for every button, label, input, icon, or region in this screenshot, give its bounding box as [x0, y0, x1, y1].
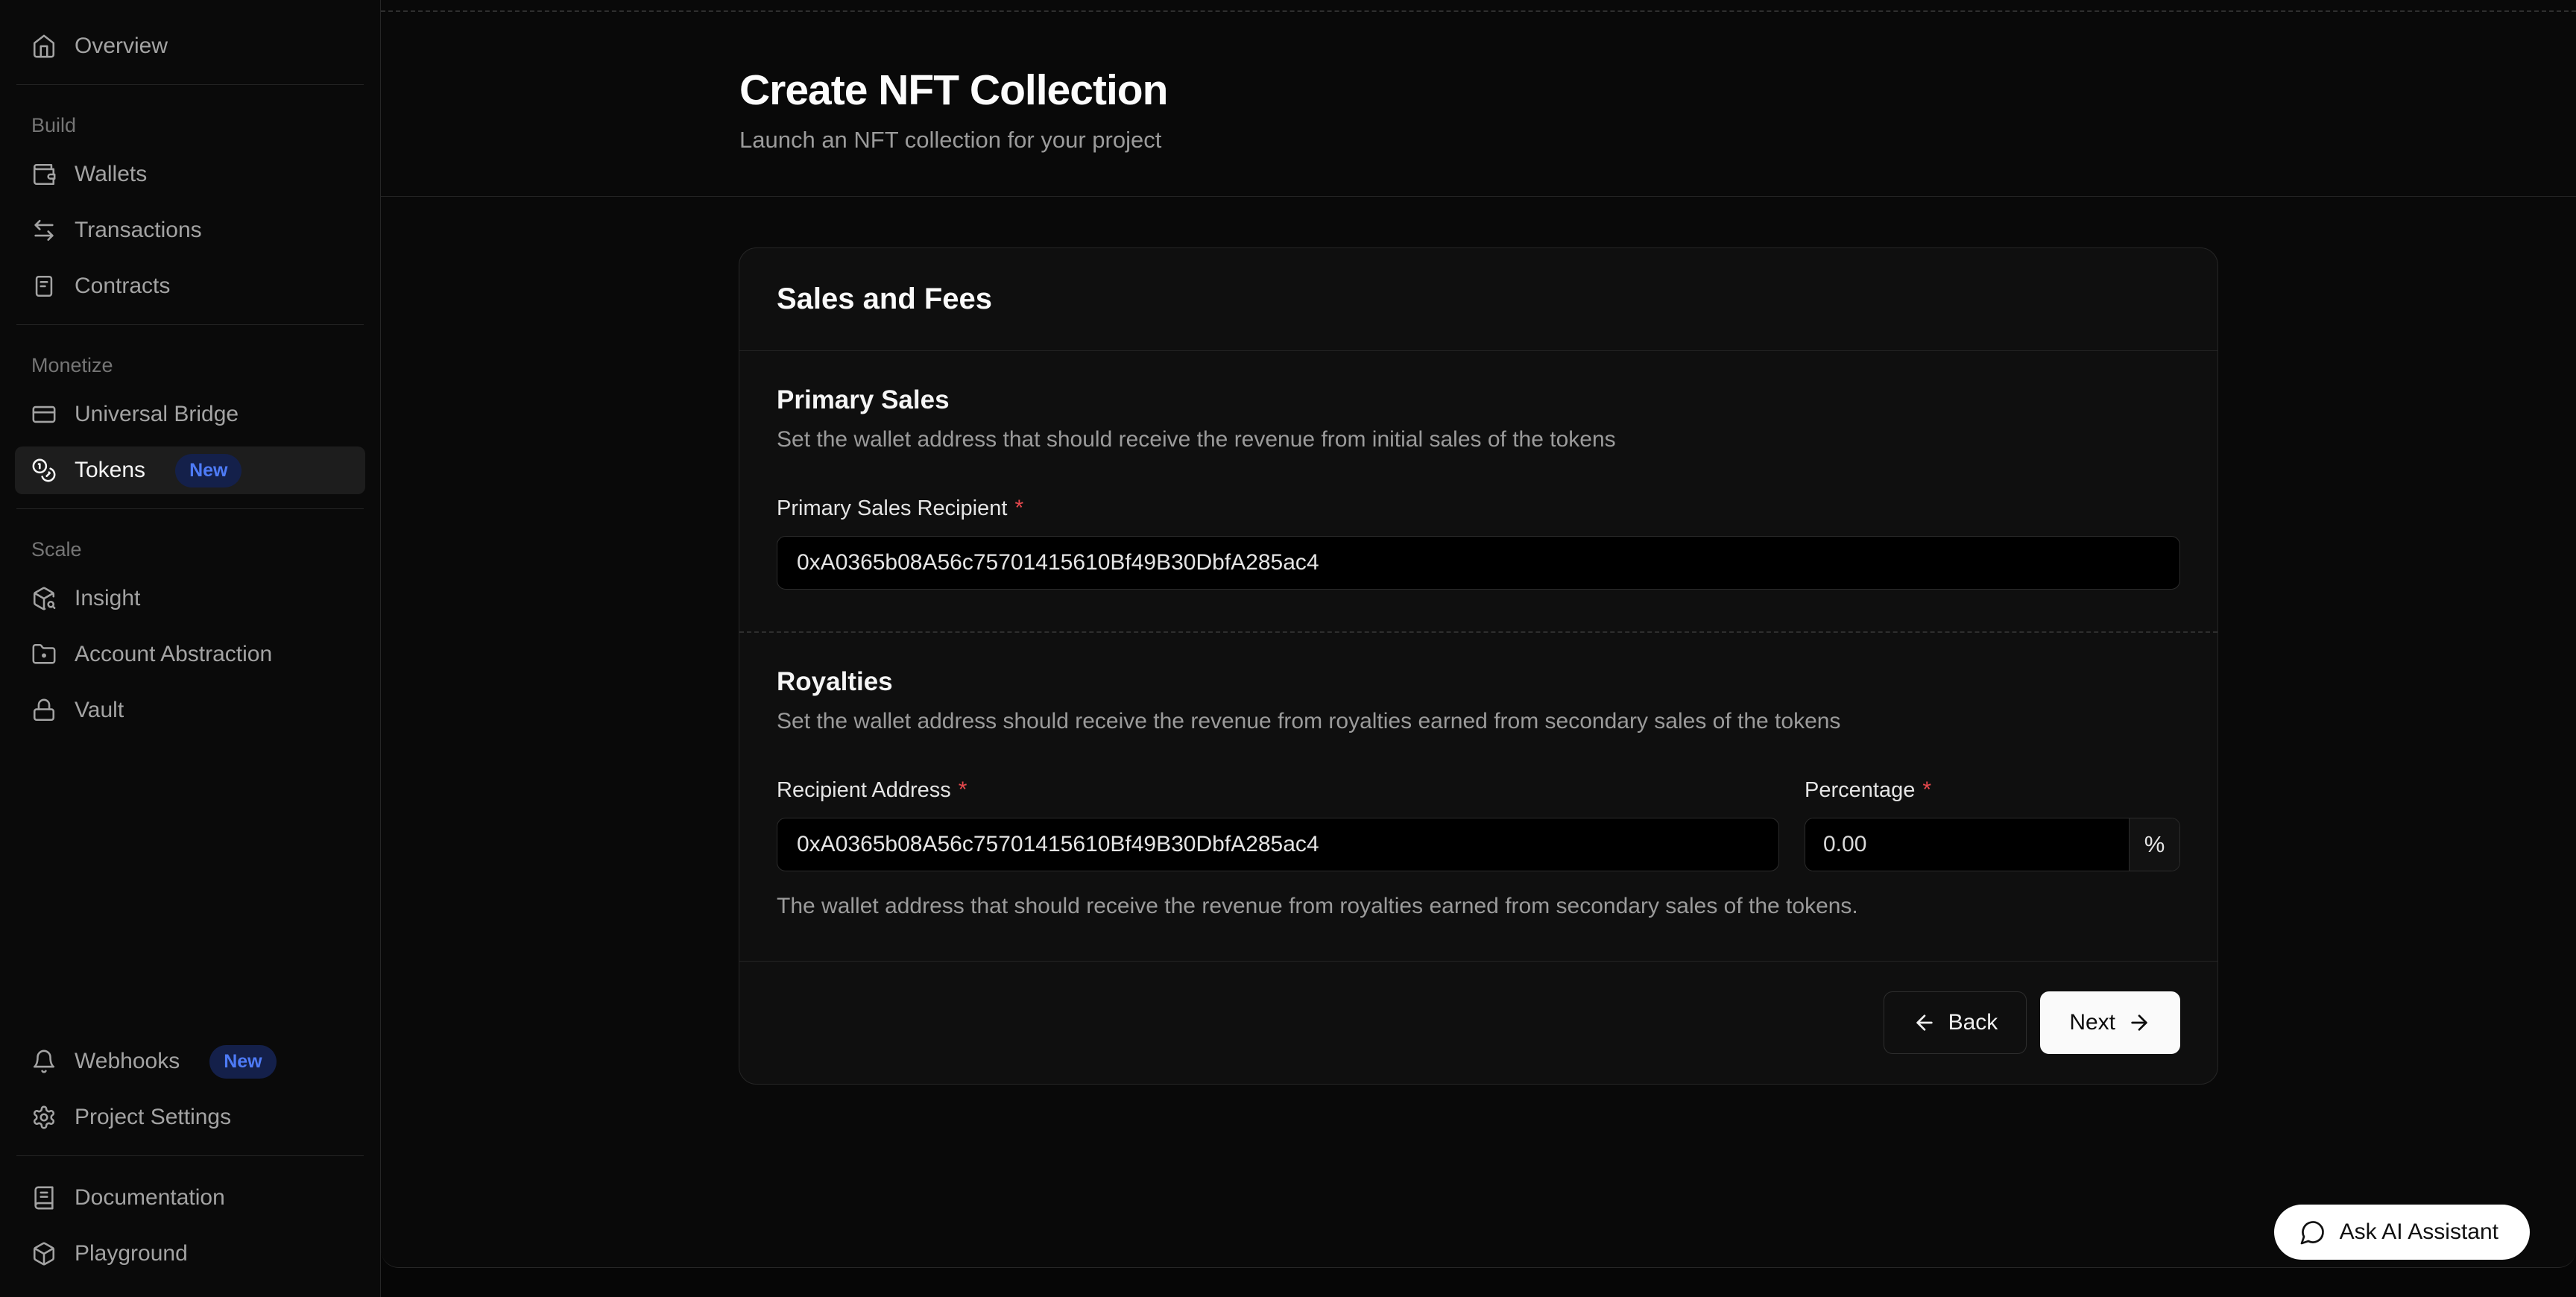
sidebar-item-label: Contracts: [75, 274, 170, 299]
sidebar-section-monetize: Monetize: [15, 353, 365, 377]
home-icon: [31, 34, 57, 59]
sidebar-item-universal-bridge[interactable]: Universal Bridge: [15, 391, 365, 438]
sidebar-item-account-abstraction[interactable]: Account Abstraction: [15, 631, 365, 678]
lock-icon: [31, 698, 57, 723]
required-asterisk: *: [1014, 496, 1023, 521]
new-badge: New: [175, 454, 242, 487]
primary-sales-recipient-input[interactable]: [777, 536, 2180, 590]
package-search-icon: [31, 586, 57, 611]
sidebar-divider: [16, 1155, 364, 1156]
sidebar-item-label: Insight: [75, 586, 140, 611]
sidebar-item-label: Wallets: [75, 162, 147, 187]
sidebar-item-label: Tokens: [75, 458, 145, 483]
royalties-description: Set the wallet address should receive th…: [777, 709, 2180, 734]
sidebar-divider: [16, 84, 364, 85]
sidebar-item-project-settings[interactable]: Project Settings: [15, 1094, 365, 1141]
primary-sales-section: Primary Sales Set the wallet address tha…: [739, 351, 2217, 633]
box-icon: [31, 1241, 57, 1266]
sidebar-item-label: Playground: [75, 1241, 188, 1266]
royalties-heading: Royalties: [777, 667, 2180, 697]
chat-bubble-icon: [2299, 1219, 2326, 1246]
sales-and-fees-card: Sales and Fees Primary Sales Set the wal…: [739, 247, 2218, 1085]
card-title: Sales and Fees: [777, 283, 2180, 316]
royalties-helper-text: The wallet address that should receive t…: [777, 894, 2180, 919]
sidebar-item-label: Project Settings: [75, 1105, 231, 1130]
sidebar: Overview Build Wallets Transactions Cont…: [0, 0, 381, 1297]
sidebar-spacer: [15, 742, 365, 1038]
percentage-input[interactable]: [1805, 818, 2129, 871]
recipient-address-label: Recipient Address *: [777, 777, 1779, 803]
card-footer: Back Next: [739, 961, 2217, 1084]
arrow-right-icon: [2127, 1011, 2151, 1035]
sidebar-item-label: Vault: [75, 698, 124, 723]
page-subtitle: Launch an NFT collection for your projec…: [739, 127, 2576, 154]
sidebar-item-transactions[interactable]: Transactions: [15, 206, 365, 254]
sidebar-item-wallets[interactable]: Wallets: [15, 151, 365, 198]
royalties-fields-row: Recipient Address * Percentage * %: [777, 734, 2180, 871]
contract-icon: [31, 274, 57, 299]
book-icon: [31, 1185, 57, 1211]
back-button[interactable]: Back: [1884, 991, 2027, 1054]
sidebar-item-label: Account Abstraction: [75, 642, 272, 667]
sidebar-item-label: Universal Bridge: [75, 402, 239, 427]
sidebar-divider: [16, 324, 364, 325]
next-button[interactable]: Next: [2040, 991, 2180, 1054]
sidebar-divider: [16, 508, 364, 509]
page-title: Create NFT Collection: [739, 66, 2576, 115]
sidebar-item-documentation[interactable]: Documentation: [15, 1174, 365, 1222]
credit-card-icon: [31, 402, 57, 427]
royalties-section: Royalties Set the wallet address should …: [739, 633, 2217, 961]
sidebar-item-webhooks[interactable]: Webhooks New: [15, 1038, 365, 1085]
transactions-icon: [31, 218, 57, 243]
primary-sales-recipient-label: Primary Sales Recipient *: [777, 496, 2180, 521]
recipient-address-input[interactable]: [777, 818, 1779, 871]
gear-icon: [31, 1105, 57, 1130]
sidebar-item-label: Webhooks: [75, 1049, 180, 1074]
sidebar-item-overview[interactable]: Overview: [15, 22, 365, 70]
sidebar-section-scale: Scale: [15, 537, 365, 561]
sidebar-item-contracts[interactable]: Contracts: [15, 262, 365, 310]
page-header: Create NFT Collection Launch an NFT coll…: [381, 0, 2576, 197]
sidebar-item-playground[interactable]: Playground: [15, 1230, 365, 1278]
ask-ai-assistant-button[interactable]: Ask AI Assistant: [2274, 1205, 2530, 1260]
percentage-input-group: %: [1805, 818, 2180, 871]
sidebar-item-label: Documentation: [75, 1185, 225, 1211]
sidebar-item-tokens[interactable]: Tokens New: [15, 446, 365, 494]
sidebar-item-vault[interactable]: Vault: [15, 687, 365, 734]
percentage-field: Percentage * %: [1805, 734, 2180, 871]
main-content: Create NFT Collection Launch an NFT coll…: [381, 0, 2576, 1268]
new-badge: New: [209, 1045, 276, 1079]
sidebar-section-build: Build: [15, 113, 365, 137]
recipient-address-field: Recipient Address *: [777, 734, 1779, 871]
bell-icon: [31, 1049, 57, 1074]
coins-icon: [31, 458, 57, 483]
required-asterisk: *: [1922, 777, 1931, 803]
sidebar-item-insight[interactable]: Insight: [15, 575, 365, 622]
wallet-icon: [31, 162, 57, 187]
sidebar-item-label: Overview: [75, 34, 168, 59]
percent-suffix: %: [2129, 818, 2179, 871]
arrow-left-icon: [1913, 1011, 1936, 1035]
percentage-label: Percentage *: [1805, 777, 2180, 803]
primary-sales-description: Set the wallet address that should recei…: [777, 427, 2180, 452]
required-asterisk: *: [959, 777, 967, 803]
card-header: Sales and Fees: [739, 248, 2217, 351]
folder-dot-icon: [31, 642, 57, 667]
primary-sales-heading: Primary Sales: [777, 385, 2180, 415]
sidebar-item-label: Transactions: [75, 218, 202, 243]
